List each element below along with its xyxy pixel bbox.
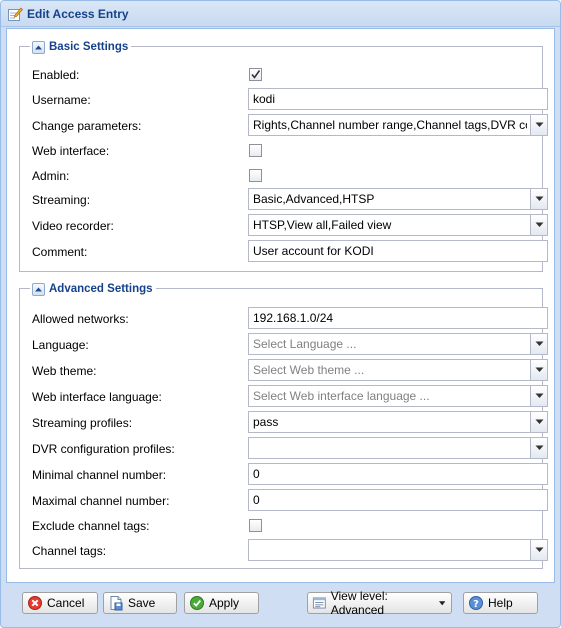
web-theme-label: Web theme: <box>32 364 97 378</box>
language-dropdown-trigger[interactable] <box>530 334 547 354</box>
web-interface-language-select[interactable]: Select Web interface language ... <box>248 385 548 407</box>
svg-text:?: ? <box>473 599 479 610</box>
channel-tags-select[interactable] <box>248 539 548 561</box>
cancel-icon <box>28 596 42 610</box>
apply-button-label: Apply <box>209 596 240 610</box>
web-interface-language-dropdown-trigger[interactable] <box>530 386 547 406</box>
chevron-down-icon <box>535 222 543 227</box>
min-channel-number-label: Minimal channel number: <box>32 468 167 482</box>
video-recorder-label: Video recorder: <box>32 219 114 233</box>
exclude-channel-tags-checkbox[interactable] <box>249 519 262 532</box>
web-theme-placeholder: Select Web theme ... <box>253 363 365 377</box>
chevron-up-icon <box>35 45 42 49</box>
advanced-settings-fieldset: Advanced Settings Allowed networks: 192.… <box>19 281 548 569</box>
chevron-down-icon <box>535 367 543 372</box>
web-interface-label: Web interface: <box>32 144 110 158</box>
basic-settings-legend: Basic Settings <box>30 39 132 55</box>
chevron-down-icon <box>535 445 543 450</box>
view-level-icon <box>312 597 326 609</box>
chevron-down-icon <box>535 341 543 346</box>
dvr-config-profiles-select[interactable] <box>248 437 548 459</box>
streaming-profiles-dropdown-trigger[interactable] <box>530 412 547 432</box>
dvr-config-profiles-label: DVR configuration profiles: <box>32 442 175 456</box>
chevron-up-icon <box>35 287 42 291</box>
chevron-down-icon <box>535 547 543 552</box>
video-recorder-value: HTSP,View all,Failed view <box>253 218 392 232</box>
web-interface-checkbox[interactable] <box>249 144 262 157</box>
enabled-checkbox[interactable] <box>249 68 262 81</box>
edit-entry-icon <box>8 7 23 21</box>
dvr-config-profiles-dropdown-trigger[interactable] <box>530 438 547 458</box>
edit-access-entry-window: Edit Access Entry Basic Settings Enabled… <box>0 0 561 628</box>
change-parameters-dropdown-trigger[interactable] <box>530 115 547 135</box>
streaming-profiles-select[interactable]: pass <box>248 411 548 433</box>
streaming-dropdown-trigger[interactable] <box>530 189 547 209</box>
save-button-label: Save <box>128 596 156 610</box>
change-parameters-value: Rights,Channel number range,Channel tags… <box>253 118 527 132</box>
save-document-icon <box>110 596 123 611</box>
web-theme-select[interactable]: Select Web theme ... <box>248 359 548 381</box>
language-placeholder: Select Language ... <box>253 337 357 351</box>
cancel-button[interactable]: Cancel <box>22 592 98 614</box>
change-parameters-select[interactable]: Rights,Channel number range,Channel tags… <box>248 114 548 136</box>
language-label: Language: <box>32 338 89 352</box>
basic-settings-title: Basic Settings <box>49 41 129 53</box>
help-button[interactable]: ? Help <box>463 592 538 614</box>
streaming-profiles-label: Streaming profiles: <box>32 416 133 430</box>
chevron-down-icon <box>535 196 543 201</box>
view-level-button[interactable]: View level: Advanced <box>307 589 452 617</box>
checkmark-circle-icon <box>190 596 204 610</box>
basic-settings-fieldset: Basic Settings Enabled: Username: kodi C… <box>19 39 548 272</box>
web-theme-dropdown-trigger[interactable] <box>530 360 547 380</box>
checkmark-icon <box>251 70 261 79</box>
min-channel-number-input[interactable]: 0 <box>248 463 548 485</box>
max-channel-number-input[interactable]: 0 <box>248 489 548 511</box>
comment-label: Comment: <box>32 245 88 259</box>
web-interface-language-placeholder: Select Web interface language ... <box>253 389 430 403</box>
max-channel-number-label: Maximal channel number: <box>32 494 170 508</box>
admin-label: Admin: <box>32 169 70 183</box>
cancel-button-label: Cancel <box>47 596 85 610</box>
window-title: Edit Access Entry <box>27 7 129 21</box>
dropdown-arrow-icon <box>438 600 445 605</box>
help-icon: ? <box>469 596 483 610</box>
window-titlebar[interactable]: Edit Access Entry <box>1 1 560 27</box>
advanced-settings-legend: Advanced Settings <box>30 281 156 297</box>
admin-checkbox[interactable] <box>249 169 262 182</box>
channel-tags-dropdown-trigger[interactable] <box>530 540 547 560</box>
language-select[interactable]: Select Language ... <box>248 333 548 355</box>
web-interface-language-label: Web interface language: <box>32 390 162 404</box>
streaming-value: Basic,Advanced,HTSP <box>253 192 375 206</box>
basic-settings-collapse-button[interactable] <box>32 40 45 54</box>
username-input[interactable]: kodi <box>248 88 548 110</box>
allowed-networks-label: Allowed networks: <box>32 312 129 326</box>
button-bar: Cancel Save Apply View level: Advanced ?… <box>1 584 560 627</box>
chevron-down-icon <box>535 393 543 398</box>
streaming-profiles-value: pass <box>253 415 279 429</box>
streaming-select[interactable]: Basic,Advanced,HTSP <box>248 188 548 210</box>
form-body: Basic Settings Enabled: Username: kodi C… <box>6 28 555 583</box>
exclude-channel-tags-label: Exclude channel tags: <box>32 519 150 533</box>
comment-input[interactable]: User account for KODI <box>248 240 548 262</box>
video-recorder-dropdown-trigger[interactable] <box>530 215 547 235</box>
allowed-networks-input[interactable]: 192.168.1.0/24 <box>248 307 548 329</box>
apply-button[interactable]: Apply <box>184 592 259 614</box>
streaming-label: Streaming: <box>32 193 91 207</box>
video-recorder-select[interactable]: HTSP,View all,Failed view <box>248 214 548 236</box>
chevron-down-icon <box>535 122 543 127</box>
save-button[interactable]: Save <box>103 592 177 614</box>
chevron-down-icon <box>535 419 543 424</box>
change-parameters-label: Change parameters: <box>32 119 142 133</box>
enabled-label: Enabled: <box>32 68 80 82</box>
username-label: Username: <box>32 93 91 107</box>
help-button-label: Help <box>488 596 513 610</box>
advanced-settings-title: Advanced Settings <box>49 283 153 295</box>
advanced-settings-collapse-button[interactable] <box>32 282 45 296</box>
channel-tags-label: Channel tags: <box>32 544 107 558</box>
view-level-button-label: View level: Advanced <box>330 589 388 617</box>
